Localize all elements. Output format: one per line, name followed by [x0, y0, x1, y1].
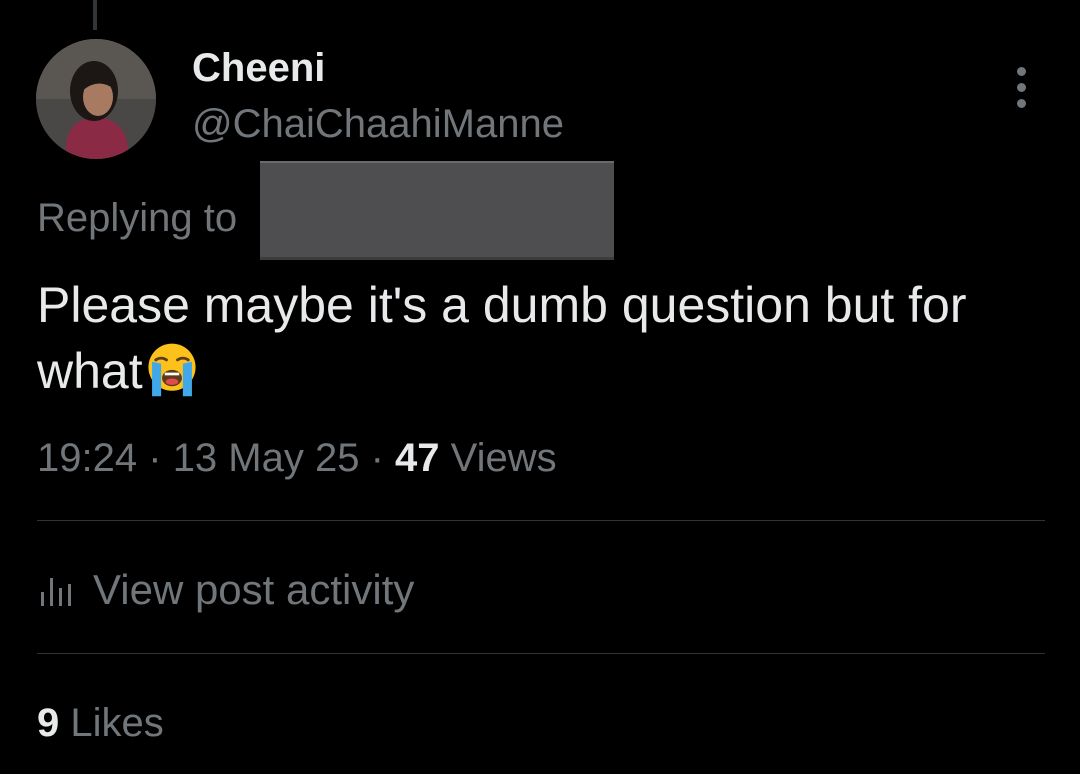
- divider: [37, 520, 1045, 521]
- avatar-photo: [36, 39, 156, 159]
- views-count: 47: [395, 436, 440, 480]
- meta-separator: ·: [370, 436, 384, 480]
- likes-label: Likes: [70, 701, 164, 745]
- loudly-crying-face-icon: [148, 343, 196, 397]
- thread-connector-line: [93, 0, 97, 30]
- display-name[interactable]: Cheeni: [192, 42, 325, 94]
- redacted-reply-target: [260, 161, 614, 257]
- views-label: Views: [450, 436, 557, 480]
- likes-count: 9: [37, 701, 60, 745]
- tweet-date[interactable]: 13 May 25: [173, 436, 360, 480]
- tweet-time[interactable]: 19:24: [37, 436, 137, 480]
- more-options-button[interactable]: [1000, 60, 1042, 114]
- more-dot-icon: [1016, 66, 1026, 76]
- meta-separator: ·: [148, 436, 162, 480]
- tweet-meta: 19:24 · 13 May 25 · 47 Views: [37, 432, 557, 484]
- divider: [37, 653, 1045, 654]
- replying-to-label: Replying to: [37, 196, 238, 240]
- view-post-activity-label: View post activity: [93, 566, 415, 613]
- more-dot-icon: [1016, 98, 1026, 108]
- bar-chart-icon: [41, 578, 71, 606]
- avatar[interactable]: [36, 39, 156, 159]
- more-dot-icon: [1016, 82, 1026, 92]
- likes-link[interactable]: 9 Likes: [37, 697, 164, 749]
- tweet-text: Please maybe it's a dumb question but fo…: [37, 272, 1037, 404]
- user-handle[interactable]: @ChaiChaahiManne: [192, 98, 564, 150]
- view-post-activity-button[interactable]: View post activity: [37, 562, 414, 618]
